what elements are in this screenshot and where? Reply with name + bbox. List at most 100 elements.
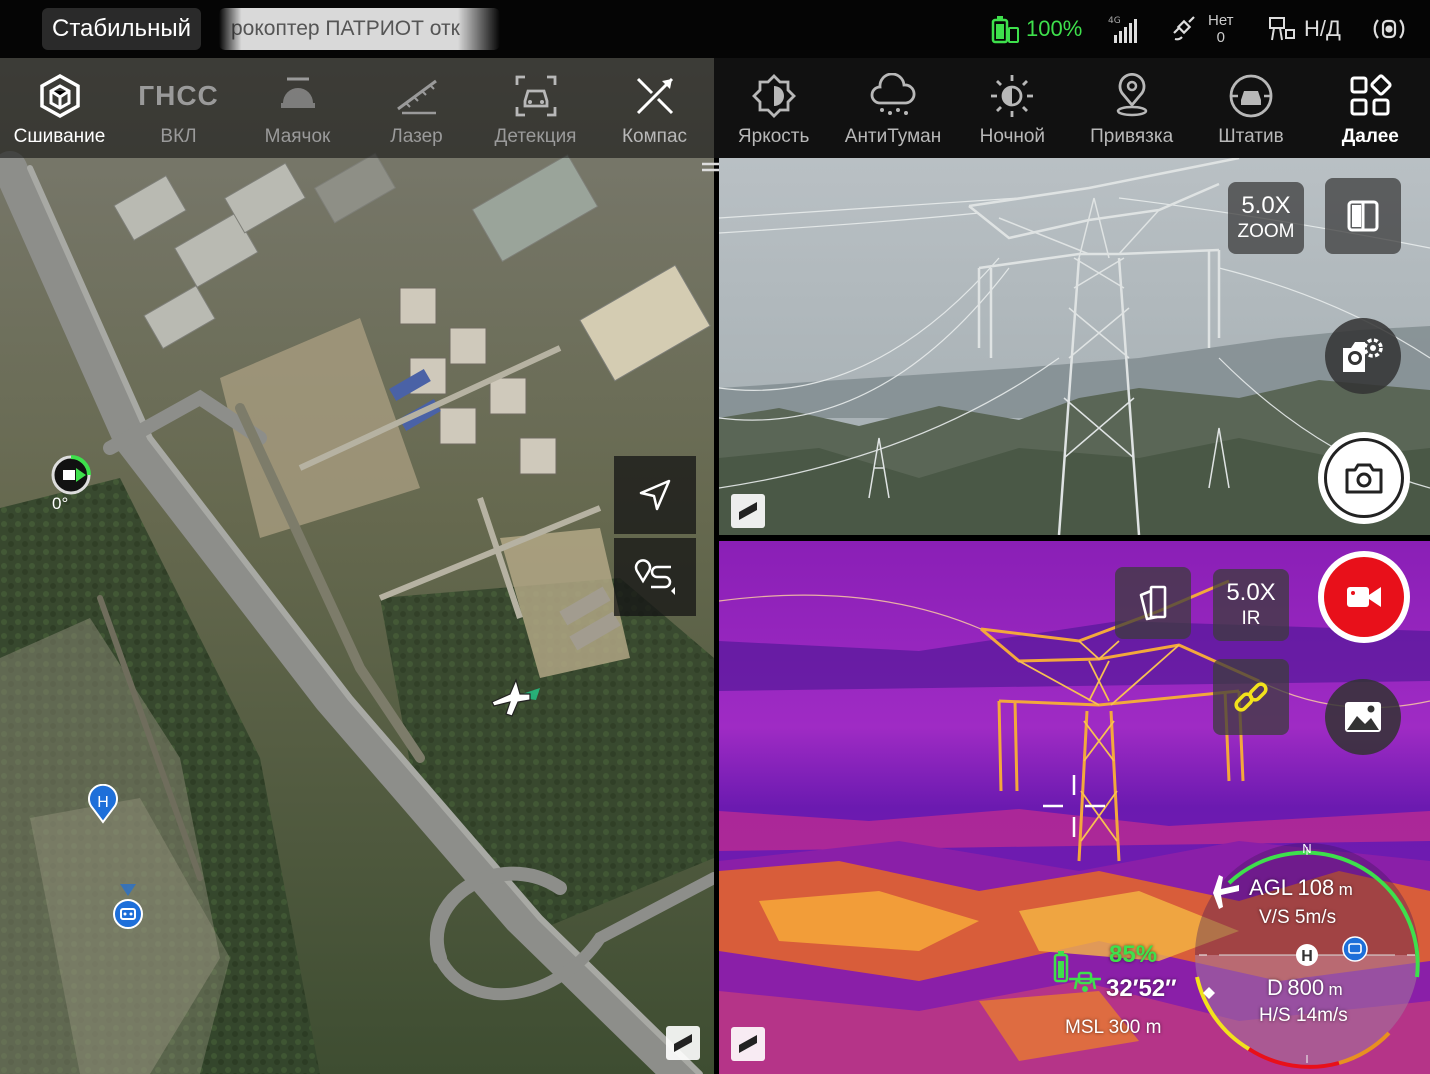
agl-value: 108: [1297, 875, 1335, 900]
svg-text:4G: 4G: [1108, 16, 1121, 26]
detection-car-icon: [515, 75, 556, 117]
hs-label: H/S: [1259, 1005, 1291, 1026]
video-camera-icon: [1347, 587, 1381, 607]
zoom-value: 5.0X: [1241, 192, 1291, 219]
tool-tripod-label: Штатив: [1218, 126, 1284, 147]
chain-link-icon: [1234, 682, 1268, 712]
zoom-level-chip[interactable]: 5.0X ZOOM: [1228, 182, 1304, 254]
flight-mode-button[interactable]: Стабильный: [42, 8, 201, 50]
tool-brightness[interactable]: Яркость: [714, 58, 833, 158]
tool-laser[interactable]: Лазер: [357, 58, 476, 158]
shutter-button[interactable]: [1318, 432, 1410, 524]
vs-label: V/S: [1259, 907, 1290, 928]
pilot-location-marker[interactable]: [110, 882, 146, 932]
infrared-camera-view[interactable]: 5.0X IR 85% 32′52″ MSL 300 m N H AGL 108…: [719, 541, 1430, 1074]
map-tools: Сшивание ГНСС ВКЛ Маячок Лазер Детекция …: [0, 58, 714, 158]
camera-expand-button[interactable]: [731, 494, 765, 528]
home-point-marker[interactable]: H: [86, 784, 120, 824]
satellite-map[interactable]: [0, 58, 714, 1074]
msl-value: 300: [1108, 1017, 1141, 1038]
camera-status[interactable]: [1372, 10, 1406, 48]
tool-defog[interactable]: АнтиТуман: [833, 58, 952, 158]
photo-camera-icon: [1345, 463, 1383, 494]
expand-icon: [739, 502, 757, 520]
laser-ruler-icon: [396, 79, 437, 115]
agl-unit: m: [1338, 880, 1353, 899]
defog-cloud-icon: [870, 73, 916, 115]
tool-beacon-label: Маячок: [264, 126, 331, 147]
drone-message-ticker: рокоптер ПАТРИОТ отк: [219, 8, 500, 50]
ir-expand-button[interactable]: [731, 1027, 765, 1061]
map-view[interactable]: 0° H: [0, 58, 714, 1074]
camera-settings-icon: [1343, 338, 1383, 372]
vs-readout: V/S 5m/s: [1259, 907, 1336, 929]
remote-controller-marker[interactable]: [50, 454, 94, 498]
aircraft-battery-percent: 85%: [1109, 941, 1158, 968]
flight-time: 32′52″: [1106, 975, 1177, 1002]
tool-detection[interactable]: Детекция: [476, 58, 595, 158]
record-button[interactable]: [1318, 551, 1410, 643]
ir-zoom-value: 5.0X: [1226, 579, 1276, 606]
ir-zoom-label: IR: [1241, 608, 1261, 629]
zoom-label: ZOOM: [1237, 221, 1295, 242]
tool-beacon[interactable]: Маячок: [238, 58, 357, 158]
split-view-button[interactable]: [1325, 178, 1401, 254]
tool-compass-label: Компас: [621, 126, 688, 147]
tool-anchor[interactable]: Привязка: [1072, 58, 1191, 158]
tool-laser-label: Лазер: [390, 126, 443, 147]
satellite-state: Нет: [1208, 12, 1234, 29]
more-grid-icon: [1350, 74, 1392, 116]
battery-icon: [991, 16, 1019, 44]
locate-aircraft-button[interactable]: [614, 456, 696, 534]
night-mode-icon: [991, 75, 1034, 117]
distance-readout: D 800 m: [1267, 975, 1343, 1001]
svg-text:H: H: [97, 794, 109, 811]
vs-value: 5m/s: [1294, 907, 1337, 928]
signal-bars-icon: 4G: [1108, 16, 1137, 43]
expand-icon: [674, 1034, 692, 1052]
stitching-cube-icon: [39, 73, 80, 119]
distance-unit: m: [1328, 980, 1343, 999]
route-pin-icon: [634, 559, 675, 595]
rtk-drone-icon: [1269, 17, 1295, 41]
location-pin-icon: [1116, 73, 1147, 117]
gallery-image-icon: [1345, 702, 1381, 732]
svg-text:H: H: [1301, 948, 1313, 965]
attitude-compass: N H: [1195, 841, 1420, 1069]
rtk-value: Н/Д: [1304, 16, 1341, 41]
tool-anchor-label: Привязка: [1090, 126, 1174, 147]
tool-night[interactable]: Ночной: [953, 58, 1072, 158]
route-planner-button[interactable]: [614, 538, 696, 616]
status-bar: Стабильный рокоптер ПАТРИОТ отк 100% 4G: [0, 0, 1430, 58]
satellite-icon: [1173, 16, 1195, 41]
signal-strength[interactable]: 4G: [1108, 10, 1142, 48]
beacon-icon: [280, 77, 315, 108]
tool-tripod[interactable]: Штатив: [1191, 58, 1310, 158]
target-crosshair-icon: [1043, 775, 1105, 837]
msl-unit: m: [1145, 1017, 1162, 1038]
expand-icon: [739, 1035, 757, 1053]
ir-palette-button[interactable]: [1115, 567, 1191, 639]
distance-value: 800: [1287, 975, 1325, 1000]
link-zoom-button[interactable]: [1213, 659, 1289, 735]
svg-text:N: N: [1302, 841, 1311, 856]
tool-defog-label: АнтиТуман: [844, 126, 942, 147]
msl-readout: MSL 300 m: [1065, 1017, 1161, 1039]
tool-compass[interactable]: Компас: [595, 58, 714, 158]
tool-gnss[interactable]: ГНСС ВКЛ: [119, 58, 238, 158]
ir-zoom-chip[interactable]: 5.0X IR: [1213, 569, 1289, 641]
split-screen-icon: [1347, 200, 1379, 232]
map-expand-button[interactable]: [666, 1026, 700, 1060]
camera-tools: Яркость АнтиТуман Ночной Привязка Штатив…: [714, 58, 1430, 158]
rtk-status[interactable]: Н/Д: [1266, 10, 1341, 48]
aircraft-marker[interactable]: [486, 676, 546, 720]
tool-more[interactable]: Далее: [1311, 58, 1430, 158]
controller-battery[interactable]: 100%: [990, 10, 1082, 48]
camera-settings-button[interactable]: [1325, 318, 1401, 394]
zoom-camera-view[interactable]: 5.0X ZOOM: [719, 158, 1430, 535]
tool-stitching[interactable]: Сшивание: [0, 58, 119, 158]
satellite-status[interactable]: Нет 0: [1170, 10, 1234, 48]
navigation-arrow-icon: [639, 479, 671, 511]
hs-readout: H/S 14m/s: [1259, 1005, 1348, 1027]
gallery-button[interactable]: [1325, 679, 1401, 755]
